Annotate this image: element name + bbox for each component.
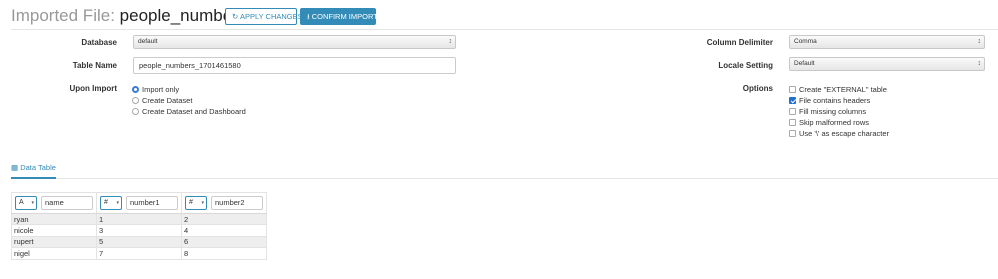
select-arrows-icon: ↕ [448, 38, 453, 45]
radio-icon [132, 108, 139, 115]
table-cell: 7 [96, 247, 182, 260]
active-tab-indicator [11, 177, 56, 179]
download-icon: ⭳ [307, 12, 310, 21]
refresh-icon: ↻ [232, 12, 239, 21]
caret-down-icon: ▾ [116, 200, 119, 206]
option-file-contains-headers[interactable]: File contains headers [789, 96, 870, 106]
table-name-input[interactable]: people_numbers_1701461580 [133, 57, 456, 74]
data-table: A ▾ name # ▾ number1 # ▾ number2 ryan 1 2 nico… [11, 192, 267, 260]
locale-setting-label: Locale Setting [718, 61, 773, 70]
upon-import-label: Upon Import [69, 84, 117, 93]
column-type-dropdown[interactable]: # ▾ [185, 196, 207, 210]
option-escape-character[interactable]: Use '\' as escape character [789, 129, 889, 139]
apply-changes-button[interactable]: ↻ APPLY CHANGES [225, 8, 303, 25]
column-delimiter-select[interactable]: Comma ↕ [789, 35, 985, 49]
column-type-dropdown[interactable]: # ▾ [100, 196, 122, 210]
table-cell: 4 [181, 224, 267, 237]
confirm-import-button[interactable]: ⭳ CONFIRM IMPORT [300, 8, 378, 25]
option-fill-missing-columns[interactable]: Fill missing columns [789, 107, 866, 117]
select-arrows-icon: ↕ [977, 60, 982, 67]
locale-setting-select[interactable]: Default ↕ [789, 57, 985, 71]
table-header-row: A ▾ name # ▾ number1 # ▾ number2 [11, 192, 267, 214]
table-cell: 3 [96, 224, 182, 237]
table-cell: 6 [181, 235, 267, 249]
column-name-input[interactable]: number2 [211, 196, 263, 210]
caret-down-icon: ▾ [31, 200, 34, 206]
table-cell: 5 [96, 235, 182, 249]
column-header: A ▾ name [11, 192, 97, 214]
radio-import-only[interactable]: Import only [132, 85, 179, 95]
column-header: # ▾ number2 [181, 192, 267, 214]
column-delimiter-label: Column Delimiter [706, 38, 773, 47]
table-cell: 2 [181, 212, 267, 226]
radio-icon [132, 97, 139, 104]
option-skip-malformed-rows[interactable]: Skip malformed rows [789, 118, 869, 128]
table-row: nicole 3 4 [11, 224, 267, 237]
option-create-external-table[interactable]: Create "EXTERNAL" table [789, 85, 887, 95]
database-select[interactable]: default ↕ [133, 35, 456, 49]
tab-data-table[interactable]: ▦ Data Table [11, 163, 56, 172]
table-cell: nigel [11, 247, 97, 260]
caret-down-icon: ▾ [201, 200, 204, 206]
table-cell: 1 [96, 212, 182, 226]
table-icon: ▦ [11, 163, 19, 172]
checkbox-icon [789, 86, 796, 93]
radio-selected-icon [132, 86, 139, 93]
column-type-dropdown[interactable]: A ▾ [15, 196, 37, 210]
select-arrows-icon: ↕ [977, 38, 982, 45]
checkbox-icon [789, 119, 796, 126]
checkbox-icon [789, 130, 796, 137]
options-label: Options [742, 84, 773, 93]
column-header: # ▾ number1 [96, 192, 182, 214]
table-row: rupert 5 6 [11, 235, 267, 249]
column-name-input[interactable]: name [41, 196, 93, 210]
checkbox-icon [789, 108, 796, 115]
radio-create-dataset[interactable]: Create Dataset [132, 96, 192, 106]
checkbox-checked-icon [789, 97, 796, 104]
table-row: ryan 1 2 [11, 212, 267, 226]
column-name-input[interactable]: number1 [126, 196, 178, 210]
title-prefix: Imported File: [11, 6, 115, 25]
database-label: Database [81, 38, 117, 47]
table-cell: rupert [11, 235, 97, 249]
table-cell: ryan [11, 212, 97, 226]
table-name-label: Table Name [72, 61, 117, 70]
table-cell: 8 [181, 247, 267, 260]
table-cell: nicole [11, 224, 97, 237]
radio-create-dataset-dashboard[interactable]: Create Dataset and Dashboard [132, 107, 246, 117]
tab-divider [11, 178, 998, 179]
table-row: nigel 7 8 [11, 247, 267, 260]
header-divider [11, 29, 998, 30]
